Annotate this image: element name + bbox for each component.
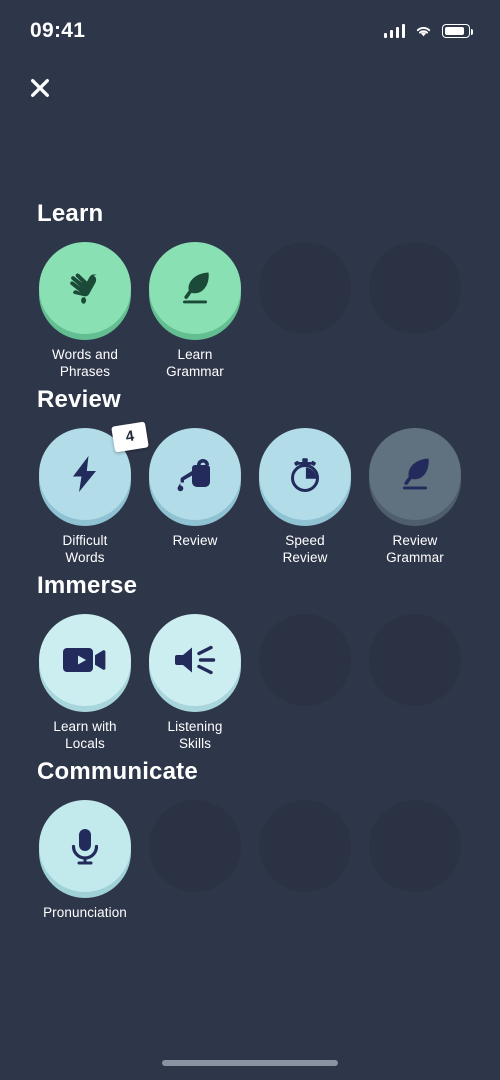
status-icons — [383, 20, 474, 38]
cellular-signal-icon — [383, 24, 405, 38]
empty-slot-circle — [149, 800, 241, 892]
activity-tile[interactable]: Review — [140, 428, 250, 566]
close-button[interactable] — [20, 68, 60, 108]
activity-icon-button — [369, 428, 461, 526]
activity-label: Learn Grammar — [166, 347, 224, 379]
activity-grid: Pronunciation — [0, 800, 500, 921]
activity-icon-button[interactable] — [39, 800, 131, 898]
disc-face — [149, 428, 241, 520]
video-camera-icon — [61, 640, 109, 680]
activity-label: Listening Skills — [167, 719, 223, 751]
activity-tile[interactable]: Speed Review — [250, 428, 360, 566]
activity-label: Speed Review — [282, 533, 328, 565]
activity-tile: Review Grammar — [360, 428, 470, 566]
section-communicate: Communicate Pronunciation — [0, 758, 500, 921]
disc-face — [39, 800, 131, 892]
close-icon — [31, 79, 49, 97]
count-badge: 4 — [111, 421, 149, 453]
stopwatch-icon — [283, 452, 327, 496]
activity-icon-button[interactable] — [149, 614, 241, 712]
activity-label: Words and Phrases — [52, 347, 118, 379]
activity-placeholder — [250, 800, 360, 921]
disc-face — [259, 428, 351, 520]
status-time: 09:41 — [30, 19, 86, 42]
activity-label: Review — [172, 533, 218, 548]
activity-placeholder — [360, 800, 470, 921]
section-learn: Learn Words and Phrases Learn Grammar — [0, 200, 500, 380]
activity-grid: 4 Difficult Words Review Speed Review Review… — [0, 421, 500, 566]
activity-tile[interactable]: Learn with Locals — [30, 614, 140, 752]
disc-face — [149, 614, 241, 706]
activity-grid: Words and Phrases Learn Grammar — [0, 242, 500, 380]
activity-icon-button[interactable] — [149, 242, 241, 340]
section-title: Immerse — [37, 572, 138, 599]
wifi-icon — [414, 24, 433, 38]
empty-slot-circle — [369, 800, 461, 892]
watering-can-icon — [171, 452, 219, 496]
lightning-bolt-icon — [63, 452, 107, 496]
speaker-icon — [171, 638, 219, 682]
battery-icon — [442, 24, 474, 38]
empty-slot-circle — [369, 242, 461, 334]
activity-label: Difficult Words — [62, 533, 108, 565]
section-title: Learn — [37, 200, 104, 227]
activity-icon-button[interactable] — [259, 428, 351, 526]
quill-icon — [173, 266, 217, 310]
activity-placeholder — [250, 614, 360, 752]
activity-icon-button[interactable] — [149, 428, 241, 526]
section-title: Communicate — [37, 758, 198, 785]
activity-tile[interactable]: Pronunciation — [30, 800, 140, 921]
activity-placeholder — [140, 800, 250, 921]
activity-tile[interactable]: 4 Difficult Words — [30, 421, 149, 566]
activity-icon-button[interactable] — [39, 242, 131, 340]
activity-label: Learn with Locals — [53, 719, 117, 751]
activity-label: Pronunciation — [43, 905, 127, 920]
section-review: Review 4 Difficult Words Review Speed Review… — [0, 386, 500, 566]
activity-grid: Learn with Locals Listening Skills — [0, 614, 500, 752]
activity-sections: Learn Words and Phrases Learn Grammar Revie… — [0, 200, 500, 927]
empty-slot-circle — [259, 614, 351, 706]
activity-icon-button[interactable]: 4 — [39, 421, 149, 526]
activity-placeholder — [360, 242, 470, 380]
disc-face — [39, 614, 131, 706]
sowing-hand-icon — [63, 266, 107, 310]
activity-icon-button[interactable] — [39, 614, 131, 712]
activity-tile[interactable]: Words and Phrases — [30, 242, 140, 380]
activity-placeholder — [360, 614, 470, 752]
quill-icon — [393, 452, 437, 496]
microphone-icon — [63, 824, 107, 868]
app-screen: 09:41 Learn Words and Phrases Learn Gramma… — [0, 0, 500, 1080]
disc-face — [369, 428, 461, 520]
disc-face — [149, 242, 241, 334]
empty-slot-circle — [259, 800, 351, 892]
section-title: Review — [37, 386, 121, 413]
empty-slot-circle — [369, 614, 461, 706]
status-bar: 09:41 — [0, 0, 500, 58]
activity-label: Review Grammar — [386, 533, 444, 565]
activity-tile[interactable]: Listening Skills — [140, 614, 250, 752]
home-indicator[interactable] — [162, 1060, 338, 1066]
activity-placeholder — [250, 242, 360, 380]
empty-slot-circle — [259, 242, 351, 334]
section-immerse: Immerse Learn with Locals Listening Skills — [0, 572, 500, 752]
disc-face — [39, 242, 131, 334]
activity-tile[interactable]: Learn Grammar — [140, 242, 250, 380]
